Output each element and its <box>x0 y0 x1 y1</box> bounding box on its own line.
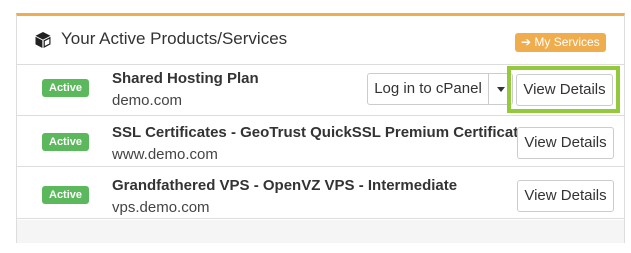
product-row: Active Grandfathered VPS - OpenVZ VPS - … <box>17 168 624 219</box>
status-badge: Active <box>42 186 90 204</box>
my-services-button[interactable]: ➔ My Services <box>515 33 606 52</box>
panel-footer <box>17 220 624 243</box>
product-name: Grandfathered VPS - OpenVZ VPS - Interme… <box>112 177 458 194</box>
product-name: Shared Hosting Plan <box>112 70 259 87</box>
panel-heading: Your Active Products/Services ➔ My Servi… <box>17 16 624 65</box>
my-services-label: My Services <box>534 35 600 49</box>
login-cpanel-button[interactable]: Log in to cPanel <box>367 73 489 105</box>
product-domain: vps.demo.com <box>112 199 210 216</box>
view-details-button[interactable]: View Details <box>516 74 613 106</box>
view-details-button[interactable]: View Details <box>517 127 614 159</box>
status-badge: Active <box>42 79 90 97</box>
view-details-button[interactable]: View Details <box>517 180 614 212</box>
product-domain: www.demo.com <box>112 146 218 163</box>
status-badge: Active <box>42 133 90 151</box>
cube-icon <box>35 32 51 48</box>
active-products-panel: Your Active Products/Services ➔ My Servi… <box>16 13 625 243</box>
cpanel-button-group: Log in to cPanel <box>367 73 513 105</box>
panel-title: Your Active Products/Services <box>61 29 288 48</box>
product-name: SSL Certificates - GeoTrust QuickSSL Pre… <box>112 124 527 141</box>
caret-down-icon <box>497 87 505 92</box>
product-row: Active SSL Certificates - GeoTrust Quick… <box>17 116 624 167</box>
product-row: Active Shared Hosting Plan demo.com Log … <box>17 65 624 116</box>
arrow-right-icon: ➔ <box>521 35 535 49</box>
product-domain: demo.com <box>112 92 183 109</box>
